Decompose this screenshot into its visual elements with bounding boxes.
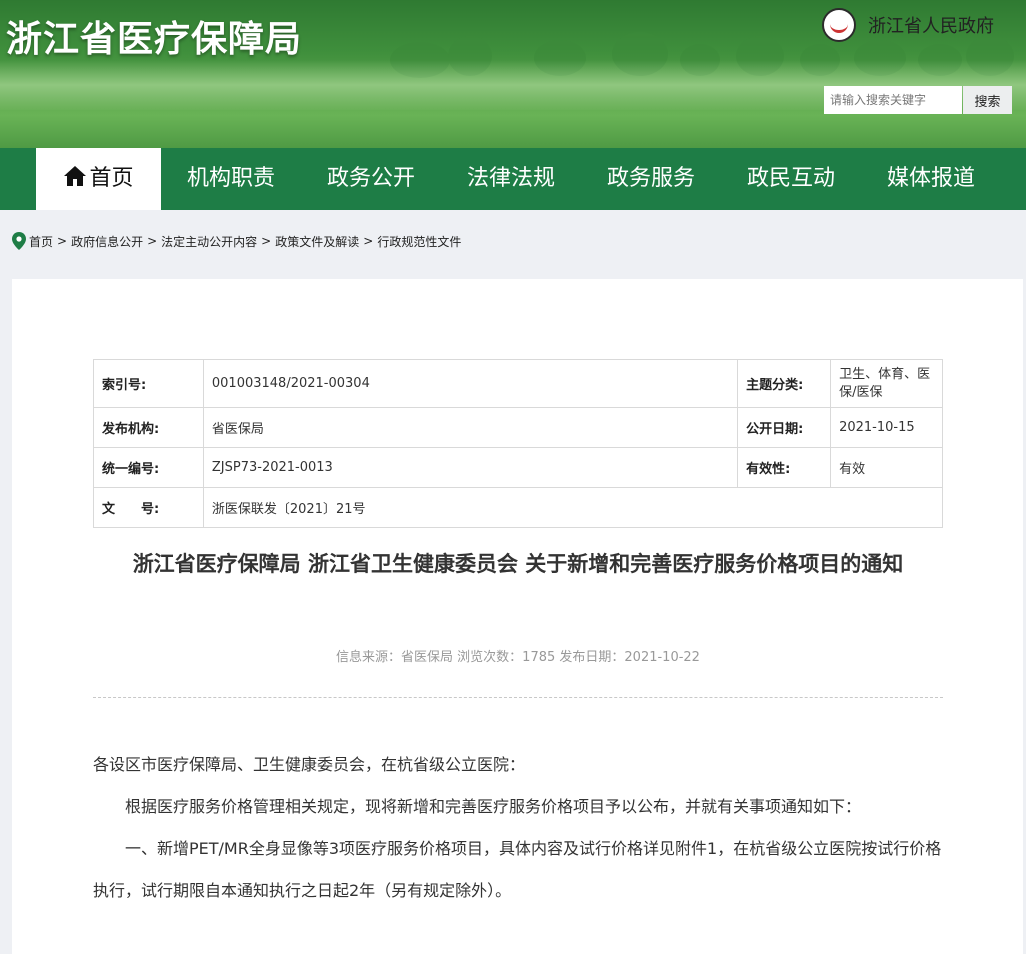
validity-label: 有效性: [738, 448, 831, 488]
site-title[interactable]: 浙江省医疗保障局 [6, 10, 302, 62]
breadcrumb-normative-docs[interactable]: 行政规范性文件 [377, 233, 461, 250]
breadcrumb: 首页 > 政府信息公开 > 法定主动公开内容 > 政策文件及解读 > 行政规范性… [12, 230, 461, 252]
meta-row: 文 号: 浙医保联发〔2021〕21号 [94, 488, 943, 528]
open-date-value: 2021-10-15 [831, 408, 943, 448]
gov-portal-label: 浙江省人民政府 [868, 12, 994, 38]
publisher-value: 省医保局 [203, 408, 737, 448]
breadcrumb-gov-info[interactable]: 政府信息公开 [71, 233, 143, 250]
meta-row: 统一编号: ZJSP73-2021-0013 有效性: 有效 [94, 448, 943, 488]
open-date-label: 公开日期: [738, 408, 831, 448]
nav-item-label: 首页 [89, 166, 133, 191]
doc-no-value: 浙医保联发〔2021〕21号 [203, 488, 942, 528]
nav-item-interaction[interactable]: 政民互动 [721, 148, 861, 210]
meta-row: 索引号: 001003148/2021-00304 主题分类: 卫生、体育、医保… [94, 360, 943, 408]
breadcrumb-home[interactable]: 首页 [29, 233, 53, 250]
index-label: 索引号: [94, 360, 204, 408]
nav-item-media[interactable]: 媒体报道 [861, 148, 1001, 210]
nav-item-laws[interactable]: 法律法规 [441, 148, 581, 210]
breadcrumb-separator: > [363, 234, 373, 248]
search-button[interactable]: 搜索 [963, 86, 1012, 114]
unified-no-value: ZJSP73-2021-0013 [203, 448, 737, 488]
publisher-label: 发布机构: [94, 408, 204, 448]
home-icon [63, 165, 87, 187]
nav-item-gov-affairs-open[interactable]: 政务公开 [301, 148, 441, 210]
breadcrumb-separator: > [147, 234, 157, 248]
unified-no-label: 统一编号: [94, 448, 204, 488]
breadcrumb-separator: > [261, 234, 271, 248]
gov-emblem-icon [822, 8, 856, 42]
article-paragraph: 根据医疗服务价格管理相关规定，现将新增和完善医疗服务价格项目予以公布，并就有关事… [93, 786, 943, 828]
search-input[interactable] [824, 86, 962, 114]
meta-row: 发布机构: 省医保局 公开日期: 2021-10-15 [94, 408, 943, 448]
article-info: 信息来源：省医保局 浏览次数：1785 发布日期：2021-10-22 [93, 646, 943, 665]
main-nav: 首页 机构职责 政务公开 法律法规 政务服务 政民互动 媒体报道 [0, 148, 1026, 210]
index-value: 001003148/2021-00304 [203, 360, 737, 408]
document-meta-table: 索引号: 001003148/2021-00304 主题分类: 卫生、体育、医保… [93, 359, 943, 528]
validity-value: 有效 [831, 448, 943, 488]
article-paragraph: 一、新增PET/MR全身显像等3项医疗服务价格项目，具体内容及试行价格详见附件1… [93, 828, 943, 912]
topic-value: 卫生、体育、医保/医保 [831, 360, 943, 408]
article-paragraph: 各设区市医疗保障局、卫生健康委员会，在杭省级公立医院： [93, 744, 943, 786]
topic-label: 主题分类: [738, 360, 831, 408]
title-divider [93, 697, 943, 698]
nav-item-duties[interactable]: 机构职责 [161, 148, 301, 210]
gov-portal-link[interactable]: 浙江省人民政府 [822, 8, 1018, 42]
article-title: 浙江省医疗保障局 浙江省卫生健康委员会 关于新增和完善医疗服务价格项目的通知 [93, 548, 943, 580]
doc-no-label: 文 号: [94, 488, 204, 528]
article-body: 各设区市医疗保障局、卫生健康委员会，在杭省级公立医院： 根据医疗服务价格管理相关… [93, 744, 943, 912]
nav-item-home[interactable]: 首页 [36, 148, 161, 210]
breadcrumb-policy[interactable]: 政策文件及解读 [275, 233, 359, 250]
nav-item-gov-services[interactable]: 政务服务 [581, 148, 721, 210]
location-pin-icon [12, 232, 26, 250]
breadcrumb-statutory[interactable]: 法定主动公开内容 [161, 233, 257, 250]
breadcrumb-separator: > [57, 234, 67, 248]
